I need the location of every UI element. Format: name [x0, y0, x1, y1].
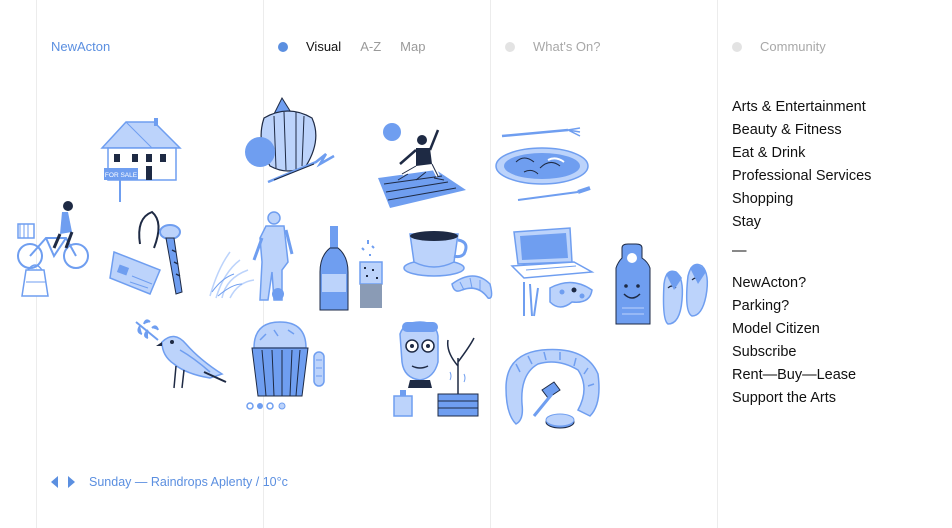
whats-on-label: What's On? [533, 39, 601, 54]
link-parking[interactable]: Parking? [732, 295, 871, 318]
view-switcher: Visual A-Z Map [278, 39, 444, 54]
category-eat-drink[interactable]: Eat & Drink [732, 142, 871, 165]
previous-day-arrow-icon[interactable] [51, 476, 58, 488]
link-model-citizen[interactable]: Model Citizen [732, 318, 871, 341]
scarf-hammer-illustration[interactable] [502, 344, 602, 432]
face-mask-spa-illustration[interactable] [390, 321, 482, 418]
whats-on-dot [505, 41, 515, 52]
laptop-palette-illustration[interactable] [510, 227, 596, 320]
tab-visual[interactable]: Visual [306, 39, 341, 54]
for-sale-sign-text: FOR SALE [105, 172, 138, 179]
link-rent-buy-lease[interactable]: Rent—Buy—Lease [732, 364, 871, 387]
door-hanger-slippers-illustration[interactable] [614, 243, 710, 328]
link-support-the-arts[interactable]: Support the Arts [732, 387, 871, 410]
bicycle-rider-illustration[interactable] [16, 198, 92, 298]
yoga-woman-illustration[interactable] [376, 120, 468, 212]
cupcake-illustration[interactable] [246, 320, 330, 412]
house-for-sale-illustration[interactable]: FOR SALE [96, 118, 182, 204]
link-newacton[interactable]: NewActon? [732, 272, 871, 295]
community-toggle[interactable]: Community [732, 39, 826, 54]
category-shopping[interactable]: Shopping [732, 188, 871, 211]
bird-branch-illustration[interactable] [134, 318, 228, 392]
community-dot [732, 41, 742, 52]
next-day-arrow-icon[interactable] [68, 476, 75, 488]
pumpkin-produce-illustration[interactable] [244, 96, 335, 186]
wine-bottle-illustration[interactable] [318, 226, 384, 312]
active-view-dot [278, 41, 288, 52]
grid-line [717, 0, 718, 528]
community-label: Community [760, 39, 826, 54]
weather-bar: Sunday — Raindrops Aplenty / 10°c [51, 475, 288, 489]
coffee-cup-illustration[interactable] [403, 228, 494, 304]
tab-map[interactable]: Map [400, 39, 425, 54]
category-professional-services[interactable]: Professional Services [732, 165, 871, 188]
plate-cutlery-illustration[interactable] [494, 122, 594, 208]
weather-text: Sunday — Raindrops Aplenty / 10°c [89, 475, 288, 489]
tab-a-z[interactable]: A-Z [360, 39, 381, 54]
category-arts-entertainment[interactable]: Arts & Entertainment [732, 96, 871, 119]
statue-figure-illustration[interactable] [208, 208, 296, 304]
category-menu: Arts & Entertainment Beauty & Fitness Ea… [732, 96, 871, 410]
whats-on-toggle[interactable]: What's On? [505, 39, 601, 54]
link-subscribe[interactable]: Subscribe [732, 341, 871, 364]
brand-logo-link[interactable]: NewActon [51, 39, 110, 54]
menu-divider: — [732, 243, 747, 259]
category-beauty-fitness[interactable]: Beauty & Fitness [732, 119, 871, 142]
category-stay[interactable]: Stay [732, 211, 871, 234]
keys-keycard-illustration[interactable] [109, 210, 192, 296]
